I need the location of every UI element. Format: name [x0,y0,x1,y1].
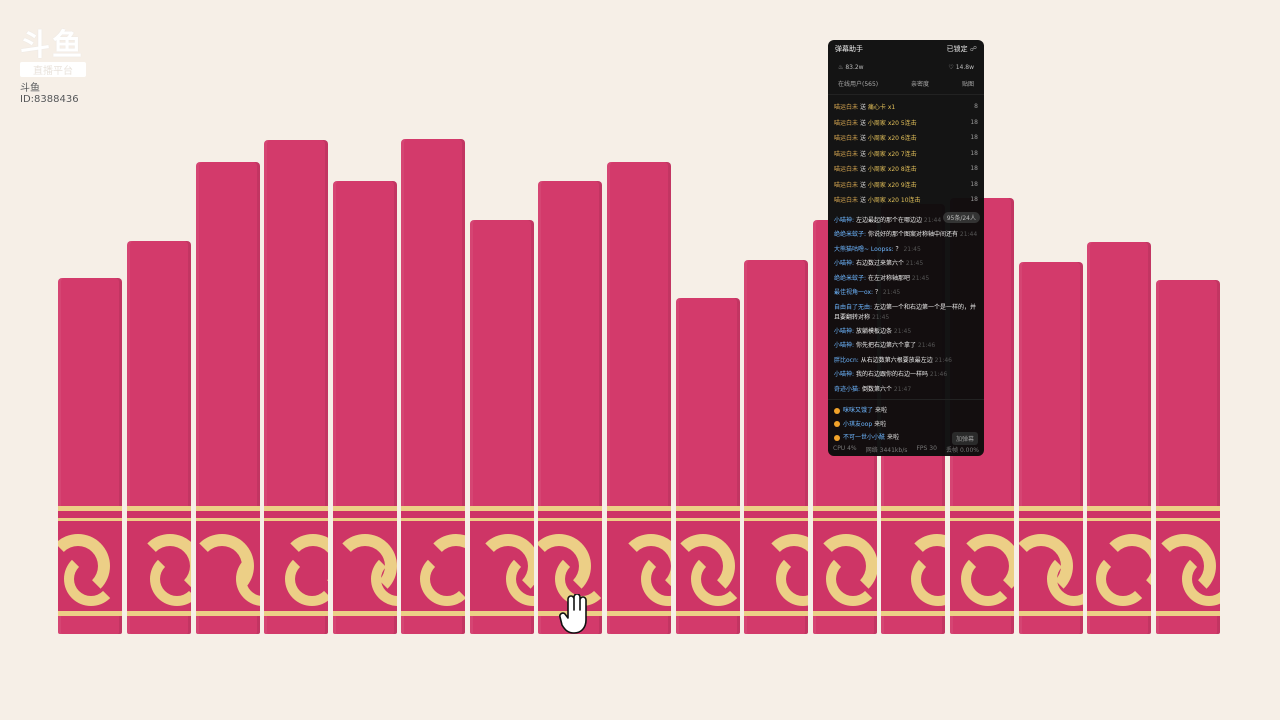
book-16[interactable] [1087,242,1151,634]
ornament-pattern [333,506,397,616]
danmaku-panel: 弹幕助手 已锁定 ☍ ♨ 83.2w ♡ 14.8w 在线用户(565) 亲密度… [828,40,984,456]
book-11[interactable] [744,260,808,634]
book-6[interactable] [401,139,465,634]
chat-message: 大熊猫咕噜~ Loopss: ？ 21:45 [834,245,921,253]
panel-title: 弹幕助手 [835,45,863,53]
ornament-pattern [1156,506,1220,616]
book-10[interactable] [676,298,740,634]
ornament-pattern [881,506,945,616]
book-1[interactable] [58,278,122,634]
book-8[interactable] [538,181,602,634]
ornament-pattern [58,506,122,616]
gift-row: 喵运白未 送 小周家 x20 8连击 18 [834,165,978,174]
gift-row: 喵运白未 送 小周家 x20 9连击 18 [834,180,978,189]
gift-row: 喵运白未 送 小周家 x20 10连击 18 [834,196,978,205]
gift-row: 喵运白未 送 小周家 x20 7连击 18 [834,149,978,158]
ornament-pattern [607,506,671,616]
book-3[interactable] [196,162,260,634]
chat-message: 小喵神: 放躺模板边条 21:45 [834,327,912,335]
chat-message: 小喵神: 我的右边跟你的右边一样吗 21:46 [834,371,948,378]
panel-header: 弹幕助手 已锁定 ☍ [828,40,984,58]
book-5[interactable] [333,181,397,634]
fire-icon: ♨ [838,64,844,71]
ornament-pattern [196,506,260,616]
tab-stickers[interactable]: 贴图 [962,79,974,88]
chat-message: 绝绝米蚊子: 在左对称轴那吧 21:45 [834,274,930,282]
panel-stats: ♨ 83.2w ♡ 14.8w [828,58,984,73]
ornament-pattern [744,506,808,616]
book-4[interactable] [264,140,328,634]
panel-footer: CPU 4% 网络 3441kb/s FPS 30 丢帧 0.00% [828,445,984,454]
add-danmaku-button[interactable]: 加弹幕 [951,431,978,445]
book-shelf-illustration [0,0,1280,720]
enter-message: 咪咪又饿了 来啦 [834,404,978,418]
network-stat: 网络 3441kb/s [865,447,908,454]
chat-message: 胖比ocn: 从右边数第六根要放最左边 21:46 [834,356,952,364]
chat-message: 绝绝米蚊子: 你说好的那个图案对称轴中间还有 21:44 [834,231,978,238]
drop-stat: 丢帧 0.00% [946,447,979,454]
gift-list: 喵运白未 送 痛心卡 x1 8 喵运白未 送 小周家 x20 5连击 18 喵运白未… [828,95,984,212]
ornament-pattern [950,506,1014,616]
book-2[interactable] [127,241,191,634]
ornament-pattern [1087,506,1151,616]
level-badge-icon [834,407,840,414]
lock-icon[interactable]: ☍ [970,45,977,53]
chat-message: 小喵神: 右边数过来第六个 21:45 [834,260,924,267]
gift-row: 喵运白未 送 痛心卡 x1 8 [834,103,978,112]
book-7[interactable] [470,220,534,634]
ornament-pattern [127,506,191,616]
ornament-pattern [676,506,740,616]
tab-online-users[interactable]: 在线用户(565) [838,79,878,88]
likes-stat: ♡ 14.8w [948,64,974,71]
hot-stat: ♨ 83.2w [838,64,864,71]
ornament-pattern [1019,506,1083,616]
ornament-pattern [813,506,877,616]
chat-list: 95条/24人 小喵神: 左边最起的那个在哪边边 21:44 绝绝米蚊子: 你说… [828,211,984,400]
level-badge-icon [834,434,840,441]
cpu-stat: CPU 4% [833,445,857,452]
chat-count-badge: 95条/24人 [942,211,980,223]
ornament-pattern [264,506,328,616]
chat-message: 奇迹小猫: 倒数第六个 21:47 [834,385,912,393]
fps-stat: FPS 30 [916,445,937,452]
book-17[interactable] [1156,280,1220,634]
book-15[interactable] [1019,262,1083,634]
enter-message: 小琪友oop 来啦 [834,418,978,432]
hand-cursor-icon [559,594,587,634]
chat-message: 自由自了无由: 左边第一个和右边第一个是一样的，并且要翻转对称 21:45 [834,303,976,321]
ornament-pattern [470,506,534,616]
book-9[interactable] [607,162,671,634]
enter-list: 咪咪又饿了 来啦 小琪友oop 来啦 不可一世小小酰 来啦 加弹幕 [828,399,984,449]
gift-row: 喵运白未 送 小周家 x20 5连击 18 [834,118,978,127]
chat-message: 最佳视角一ox: ？ 21:45 [834,289,901,296]
heart-icon: ♡ [948,64,954,71]
gift-row: 喵运白未 送 小周家 x20 6连击 18 [834,134,978,143]
panel-tabs: 在线用户(565) 亲密度 贴图 [828,73,984,95]
ornament-pattern [401,506,465,616]
lock-label[interactable]: 已锁定 [947,45,968,53]
chat-message: 小喵神: 你先把右边第六个拿了 21:46 [834,342,936,349]
tab-intimacy[interactable]: 亲密度 [911,79,929,88]
level-badge-icon [834,421,840,427]
